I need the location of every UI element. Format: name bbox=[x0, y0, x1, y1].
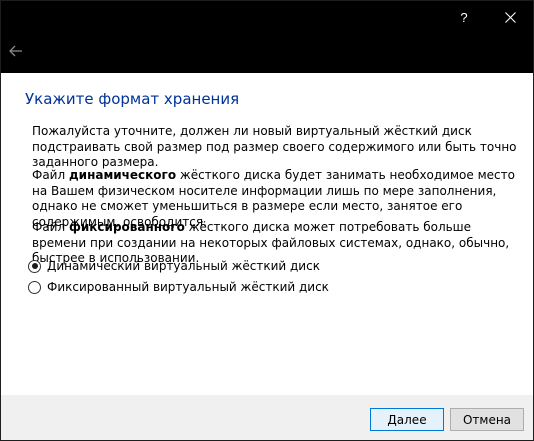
cancel-button[interactable]: Отмена bbox=[450, 408, 524, 431]
navigation-bar bbox=[1, 33, 533, 73]
text-segment: Файл bbox=[32, 168, 69, 182]
page-title: Укажите формат хранения bbox=[25, 90, 240, 108]
title-bar: ? bbox=[1, 1, 533, 33]
description-paragraph: Пожалуйста уточните, должен ли новый вир… bbox=[32, 124, 517, 169]
bold-term-fixed: фиксированного bbox=[68, 220, 185, 234]
close-button[interactable] bbox=[487, 1, 533, 33]
bold-term-dynamic: динамического bbox=[68, 168, 177, 182]
help-button[interactable]: ? bbox=[441, 1, 487, 33]
next-button[interactable]: Далее bbox=[370, 408, 444, 431]
radio-button-fixed[interactable] bbox=[28, 280, 41, 294]
back-button[interactable] bbox=[5, 37, 27, 65]
back-arrow-icon bbox=[9, 45, 22, 57]
help-label: ? bbox=[460, 9, 468, 25]
radio-button-dynamic[interactable] bbox=[28, 259, 41, 273]
radio-label-dynamic: Динамический виртуальный жёсткий диск bbox=[47, 259, 320, 273]
radio-option-fixed[interactable]: Фиксированный виртуальный жёсткий диск bbox=[28, 280, 329, 294]
close-icon bbox=[504, 11, 516, 23]
button-footer: Далее Отмена bbox=[1, 395, 533, 440]
wizard-content: Укажите формат хранения Пожалуйста уточн… bbox=[1, 73, 533, 403]
text-segment: Файл bbox=[32, 220, 69, 234]
radio-option-dynamic[interactable]: Динамический виртуальный жёсткий диск bbox=[28, 259, 320, 273]
dialog-window: ? Укажите формат хранения Пожалуйста уто… bbox=[0, 0, 534, 441]
radio-label-fixed: Фиксированный виртуальный жёсткий диск bbox=[47, 280, 329, 294]
